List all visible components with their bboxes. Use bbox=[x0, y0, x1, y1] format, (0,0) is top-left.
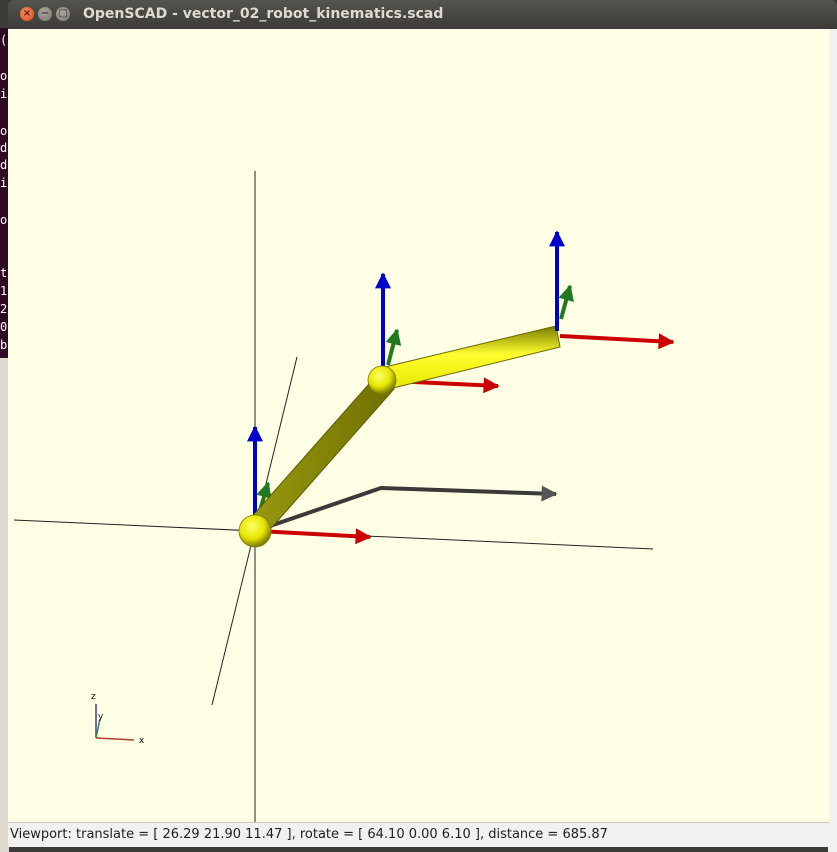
title-bar[interactable]: × − □ OpenSCAD - vector_02_robot_kinemat… bbox=[8, 0, 837, 29]
elbow-joint bbox=[367, 365, 397, 395]
minimize-icon[interactable]: − bbox=[38, 7, 52, 21]
axes-indicator: z y x bbox=[91, 692, 145, 746]
viewport-status-text: Viewport: translate = [ 26.29 21.90 11.4… bbox=[10, 827, 608, 842]
target-vector-arrow bbox=[269, 485, 558, 528]
openscad-window: × − □ OpenSCAD - vector_02_robot_kinemat… bbox=[0, 0, 837, 852]
maximize-icon[interactable]: □ bbox=[56, 7, 70, 21]
base-joint bbox=[238, 514, 272, 548]
end-x-arrow bbox=[559, 333, 675, 350]
close-icon[interactable]: × bbox=[20, 7, 34, 21]
3d-viewport[interactable]: z y x bbox=[8, 29, 829, 822]
status-bar: Viewport: translate = [ 26.29 21.90 11.4… bbox=[8, 822, 829, 847]
robot-link-2 bbox=[384, 325, 561, 390]
axis-label-y: y bbox=[98, 712, 104, 722]
axis-label-x: x bbox=[139, 736, 145, 746]
elbow-y-arrow bbox=[385, 328, 402, 366]
base-x-arrow bbox=[257, 528, 372, 545]
scene-render[interactable]: z y x bbox=[8, 29, 829, 822]
window-title: OpenSCAD - vector_02_robot_kinematics.sc… bbox=[83, 6, 444, 22]
end-y-arrow bbox=[558, 284, 574, 320]
axis-label-z: z bbox=[91, 692, 96, 702]
